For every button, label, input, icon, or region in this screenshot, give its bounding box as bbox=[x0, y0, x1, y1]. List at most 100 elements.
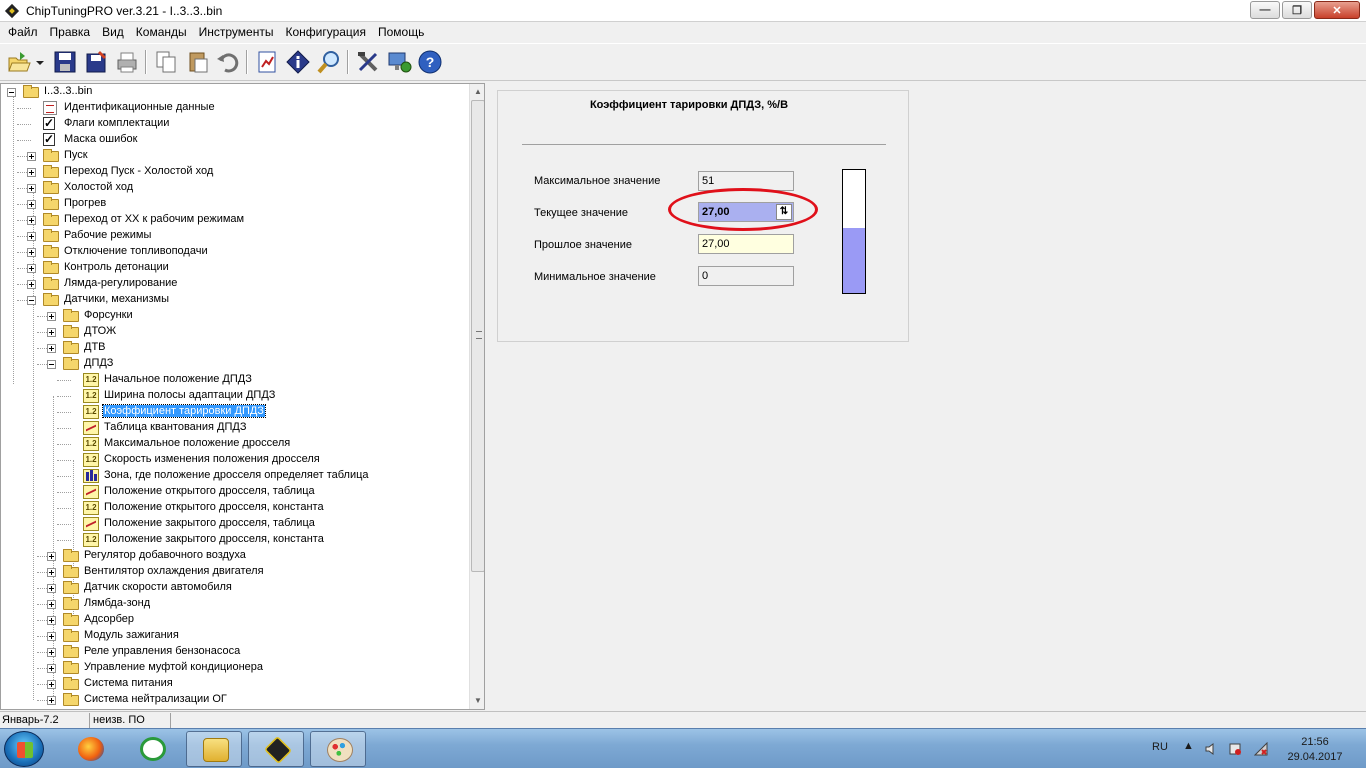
expand-plus-icon[interactable] bbox=[47, 552, 56, 561]
tray-expand-icon[interactable]: ▲ bbox=[1183, 740, 1194, 752]
expand-plus-icon[interactable] bbox=[27, 184, 36, 193]
copy-icon[interactable] bbox=[153, 49, 179, 75]
print-icon[interactable] bbox=[114, 49, 140, 75]
expand-plus-icon[interactable] bbox=[47, 584, 56, 593]
minimize-button[interactable]: — bbox=[1250, 1, 1280, 19]
tree-item[interactable]: Отключение топливоподачи bbox=[1, 244, 467, 260]
tree-item[interactable]: Зона, где положение дросселя определяет … bbox=[1, 468, 467, 484]
expand-plus-icon[interactable] bbox=[47, 632, 56, 641]
expand-plus-icon[interactable] bbox=[47, 312, 56, 321]
taskbar-app-file-explorer[interactable] bbox=[186, 731, 242, 767]
open-icon[interactable] bbox=[6, 49, 32, 75]
close-button[interactable]: ✕ bbox=[1314, 1, 1360, 19]
tree-item[interactable]: Форсунки bbox=[1, 308, 467, 324]
collapse-minus-icon[interactable] bbox=[47, 360, 56, 369]
tree-item[interactable]: 1.2 Скорость изменения положения дросселя bbox=[1, 452, 467, 468]
tree-item[interactable]: Идентификационные данные bbox=[1, 100, 467, 116]
tree-item[interactable]: 1.2 Ширина полосы адаптации ДПДЗ bbox=[1, 388, 467, 404]
tree-item[interactable]: Холостой ход bbox=[1, 180, 467, 196]
taskbar-app-network-monitor[interactable] bbox=[124, 731, 180, 767]
expand-plus-icon[interactable] bbox=[47, 696, 56, 705]
collapse-minus-icon[interactable] bbox=[27, 296, 36, 305]
tree-item[interactable]: Лямбда-зонд bbox=[1, 596, 467, 612]
tree-item[interactable]: Датчик скорости автомобиля bbox=[1, 580, 467, 596]
expand-plus-icon[interactable] bbox=[47, 664, 56, 673]
expand-plus-icon[interactable] bbox=[47, 616, 56, 625]
menu-file[interactable]: Файл bbox=[2, 22, 44, 42]
expand-plus-icon[interactable] bbox=[27, 232, 36, 241]
restore-button[interactable]: ❐ bbox=[1282, 1, 1312, 19]
network-icon[interactable] bbox=[1254, 742, 1268, 756]
expand-plus-icon[interactable] bbox=[47, 568, 56, 577]
tree-item[interactable]: Управление муфтой кондиционера bbox=[1, 660, 467, 676]
tree-item[interactable]: Переход от ХХ к рабочим режимам bbox=[1, 212, 467, 228]
connect-icon[interactable] bbox=[386, 49, 412, 75]
expand-plus-icon[interactable] bbox=[47, 680, 56, 689]
tree-item[interactable]: ДТОЖ bbox=[1, 324, 467, 340]
start-button[interactable] bbox=[4, 731, 44, 767]
tree-item[interactable]: Рабочие режимы bbox=[1, 228, 467, 244]
tree-item[interactable]: Переход Пуск - Холостой ход bbox=[1, 164, 467, 180]
tree-item[interactable]: Система питания bbox=[1, 676, 467, 692]
taskbar-app-chiptuningpro[interactable] bbox=[248, 731, 304, 767]
taskbar-app-paint[interactable] bbox=[310, 731, 366, 767]
undo-icon[interactable] bbox=[215, 49, 241, 75]
info-icon[interactable] bbox=[285, 49, 311, 75]
language-indicator[interactable]: RU bbox=[1152, 741, 1168, 753]
tree-item[interactable]: Таблица квантования ДПДЗ bbox=[1, 420, 467, 436]
tree-item[interactable]: Пуск bbox=[1, 148, 467, 164]
volume-icon[interactable] bbox=[1204, 742, 1218, 756]
save-as-icon[interactable] bbox=[84, 49, 110, 75]
tree-item[interactable]: I..3..3..bin bbox=[1, 84, 467, 100]
expand-plus-icon[interactable] bbox=[27, 264, 36, 273]
taskbar-app-firefox[interactable] bbox=[62, 731, 118, 767]
tree-item[interactable]: Адсорбер bbox=[1, 612, 467, 628]
report-icon[interactable] bbox=[254, 49, 280, 75]
menu-commands[interactable]: Команды bbox=[130, 22, 193, 42]
tree-item[interactable]: Положение открытого дросселя, таблица bbox=[1, 484, 467, 500]
collapse-minus-icon[interactable] bbox=[7, 88, 16, 97]
tree-item[interactable]: 1.2 Положение закрытого дросселя, констан… bbox=[1, 532, 467, 548]
tree-item[interactable]: Реле управления бензонасоса bbox=[1, 644, 467, 660]
device-icon[interactable] bbox=[1228, 742, 1242, 756]
menu-configuration[interactable]: Конфигурация bbox=[279, 22, 372, 42]
tree-item[interactable]: 1.2 Начальное положение ДПДЗ bbox=[1, 372, 467, 388]
tree-item[interactable]: Положение закрытого дросселя, таблица bbox=[1, 516, 467, 532]
search-icon[interactable] bbox=[316, 49, 342, 75]
tree-item[interactable]: Прогрев bbox=[1, 196, 467, 212]
scroll-down-icon[interactable]: ▼ bbox=[470, 693, 484, 709]
tree-item[interactable]: ДПДЗ bbox=[1, 356, 467, 372]
expand-plus-icon[interactable] bbox=[27, 152, 36, 161]
tree-item[interactable]: 1.2 Коэффициент тарировки ДПДЗ bbox=[1, 404, 467, 420]
scroll-thumb[interactable] bbox=[471, 100, 484, 572]
expand-plus-icon[interactable] bbox=[27, 168, 36, 177]
help-icon[interactable]: ? bbox=[417, 49, 443, 75]
tree-scrollbar[interactable]: ▲ ▼ bbox=[469, 84, 484, 709]
expand-plus-icon[interactable] bbox=[47, 648, 56, 657]
tree-item[interactable]: 1.2 Максимальное положение дросселя bbox=[1, 436, 467, 452]
scroll-up-icon[interactable]: ▲ bbox=[470, 84, 484, 100]
tree-item[interactable]: ✓ Флаги комплектации bbox=[1, 116, 467, 132]
expand-plus-icon[interactable] bbox=[47, 328, 56, 337]
paste-icon[interactable] bbox=[185, 49, 211, 75]
expand-plus-icon[interactable] bbox=[27, 280, 36, 289]
tools-icon[interactable] bbox=[355, 49, 381, 75]
menu-view[interactable]: Вид bbox=[96, 22, 130, 42]
save-icon[interactable] bbox=[52, 49, 78, 75]
tree-item[interactable]: ДТВ bbox=[1, 340, 467, 356]
tree-item[interactable]: Вентилятор охлаждения двигателя bbox=[1, 564, 467, 580]
system-clock[interactable]: 21:56 29.04.2017 bbox=[1275, 735, 1355, 765]
tree-item[interactable]: ✓ Маска ошибок bbox=[1, 132, 467, 148]
dropdown-arrow-icon[interactable] bbox=[34, 49, 46, 75]
tree-item[interactable]: Датчики, механизмы bbox=[1, 292, 467, 308]
expand-plus-icon[interactable] bbox=[27, 200, 36, 209]
tree-item[interactable]: Система нейтрализации ОГ bbox=[1, 692, 467, 708]
tree-item[interactable]: Контроль детонации bbox=[1, 260, 467, 276]
tree-item[interactable]: Лямда-регулирование bbox=[1, 276, 467, 292]
expand-plus-icon[interactable] bbox=[27, 216, 36, 225]
menu-edit[interactable]: Правка bbox=[44, 22, 97, 42]
expand-plus-icon[interactable] bbox=[47, 344, 56, 353]
menu-tools[interactable]: Инструменты bbox=[193, 22, 280, 42]
tree-item[interactable]: Модуль зажигания bbox=[1, 628, 467, 644]
expand-plus-icon[interactable] bbox=[47, 600, 56, 609]
